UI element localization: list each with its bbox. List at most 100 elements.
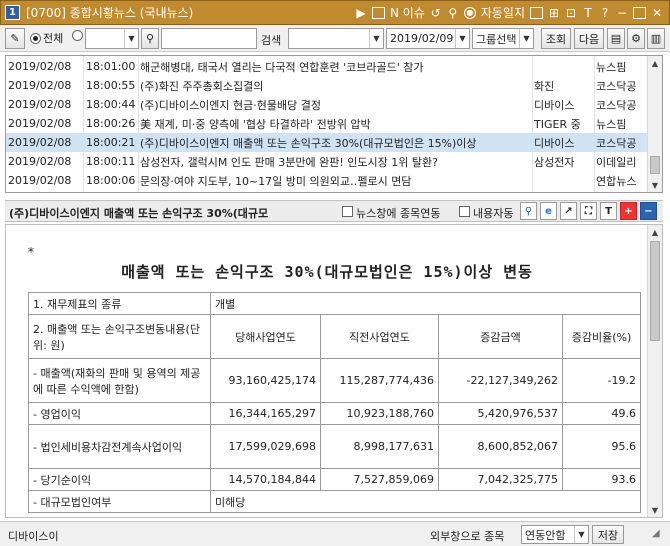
radio-all[interactable]: 전체	[30, 30, 63, 46]
keyword-select[interactable]: ▼	[288, 28, 384, 49]
calendar-dropdown-icon: ▼	[455, 29, 469, 48]
maximize-icon[interactable]	[633, 5, 646, 21]
table-header: 증감금액	[438, 314, 563, 359]
radio-all-indicator[interactable]	[30, 32, 41, 44]
link-news-checkbox[interactable]	[342, 206, 353, 217]
news-source: 코스닥공	[596, 79, 637, 93]
scroll-thumb[interactable]	[650, 241, 660, 341]
chevron-down-icon: ▼	[124, 29, 138, 48]
auto-content-checkbox[interactable]	[459, 206, 470, 217]
save-button[interactable]: 저장	[592, 525, 624, 544]
table-cell: 2. 매출액 또는 손익구조변동내용(단위: 원)	[28, 314, 211, 359]
news-row[interactable]: 2019/02/08 18:00:26 美 재계, 미·중 양측에 '협상 타결…	[6, 114, 648, 133]
table-cell: 115,287,774,436	[320, 358, 439, 403]
table-cell: 7,527,859,069	[320, 468, 439, 491]
font-up-icon[interactable]: +	[620, 202, 637, 220]
table-cell: 93.6	[562, 468, 641, 491]
layout-icon[interactable]: ⊞	[548, 5, 560, 21]
panel-icon[interactable]	[530, 5, 543, 21]
font-size-icon[interactable]: T	[582, 5, 594, 21]
table-header: 당해사업연도	[210, 314, 321, 359]
copy-icon[interactable]: ▤	[607, 28, 625, 49]
table-header: 직전사업연도	[320, 314, 439, 359]
link-mode-select[interactable]: 연동안함 ▼	[521, 525, 589, 544]
refresh-icon[interactable]: ↺	[430, 5, 442, 21]
lock-icon[interactable]: ⊡	[565, 5, 577, 21]
radio-other[interactable]	[72, 30, 85, 44]
news-content: * 매출액 또는 손익구조 30%(대규모법인은 15%)이상 변동 1. 재무…	[5, 224, 663, 518]
clock-icon[interactable]: ●	[463, 6, 476, 19]
date-value: 2019/02/09	[390, 32, 454, 45]
news-source: 뉴스핌	[596, 117, 627, 131]
browser-icon[interactable]: e	[540, 202, 557, 220]
news-date: 2019/02/08	[8, 79, 72, 92]
table-cell: 5,420,976,537	[438, 402, 563, 425]
table-row: - 당기순이익 14,570,184,844 7,527,859,069 7,0…	[28, 468, 641, 491]
news-list-scrollbar[interactable]: ▲ ▼	[647, 56, 662, 192]
news-source: 코스닥공	[596, 136, 637, 150]
table-cell: -19.2	[562, 358, 641, 403]
expand-icon[interactable]: ⛶	[580, 202, 597, 220]
news-time: 18:00:44	[86, 98, 136, 111]
news-row[interactable]: 2019/02/08 18:00:44 (주)디바이스이엔지 현금·현물배당 결…	[6, 95, 648, 114]
disclosure-table: 1. 재무제표의 종류 개별 2. 매출액 또는 손익구조변동내용(단위: 원)…	[28, 292, 641, 513]
query-button[interactable]: 조회	[541, 28, 571, 49]
news-time: 18:00:21	[86, 136, 136, 149]
scroll-down-icon[interactable]: ▼	[648, 503, 662, 517]
link-news-label: 뉴스창에 종목연동	[356, 207, 441, 220]
news-row[interactable]: 2019/02/08 18:00:55 (주)화진 주주총회소집결의 화진 코스…	[6, 76, 648, 95]
close-icon[interactable]: ✕	[651, 5, 663, 21]
play-icon[interactable]: ▶	[355, 5, 367, 21]
news-time: 18:00:06	[86, 174, 136, 187]
news-time: 18:00:26	[86, 117, 136, 130]
text-color-icon[interactable]: T	[600, 202, 617, 220]
search-input[interactable]	[161, 28, 257, 49]
title-bar-controls: ▶ N 이슈 ↺ ⚲ ● 자동일지 ⊞ ⊡ T ? − ✕	[355, 4, 669, 21]
table-cell: - 영업이익	[28, 402, 211, 425]
date-picker[interactable]: 2019/02/09 ▼	[386, 28, 470, 49]
table-row: - 대규모법인여부 미해당	[28, 490, 641, 513]
news-stock: 디바이스	[534, 98, 575, 112]
link-icon[interactable]: ⚲	[447, 5, 459, 21]
scroll-down-icon[interactable]: ▼	[648, 178, 662, 192]
group-select[interactable]: 그룹선택 ▼	[472, 28, 534, 49]
table-cell: 7,042,325,775	[438, 468, 563, 491]
title-bar: 1 [0700] 종합시황뉴스 (국내뉴스) ▶ N 이슈 ↺ ⚲ ● 자동일지…	[0, 0, 670, 25]
scroll-thumb[interactable]	[650, 156, 660, 174]
scroll-up-icon[interactable]: ▲	[648, 225, 662, 239]
news-row[interactable]: 2019/02/08 18:01:00 해군해병대, 태국서 열리는 다국적 연…	[6, 57, 648, 76]
news-source: 뉴스핌	[596, 60, 627, 74]
news-time: 18:00:11	[86, 155, 136, 168]
news-stock: 디바이스	[534, 136, 575, 150]
news-list: 2019/02/08 18:01:00 해군해병대, 태국서 열리는 다국적 연…	[5, 55, 663, 193]
issue-button[interactable]: N 이슈	[390, 4, 425, 21]
table-row: - 매출액(재화의 판매 및 용역의 제공에 따른 수익액에 한함) 93,16…	[28, 358, 641, 403]
headline-title: (주)디바이스이엔지 매출액 또는 손익구조 30%(대규모	[9, 207, 269, 220]
news-date: 2019/02/08	[8, 174, 72, 187]
category-select[interactable]: ▼	[85, 28, 139, 49]
next-button[interactable]: 다음	[574, 28, 604, 49]
radio-other-indicator[interactable]	[72, 30, 83, 41]
link-mode-value: 연동안함	[525, 528, 566, 542]
print-icon[interactable]: ▥	[647, 28, 665, 49]
table-cell: - 당기순이익	[28, 468, 211, 491]
scroll-up-icon[interactable]: ▲	[648, 56, 662, 70]
news-row[interactable]: 2019/02/08 18:00:06 문의장·여야 지도부, 10~17일 방…	[6, 171, 648, 190]
share-icon[interactable]: ↗	[560, 202, 577, 220]
news-row[interactable]: 2019/02/08 18:00:11 삼성전자, 갤럭시M 인도 판매 3분만…	[6, 152, 648, 171]
help-icon[interactable]: ?	[599, 5, 611, 21]
news-row-selected[interactable]: 2019/02/08 18:00:21 (주)디바이스이엔지 매출액 또는 손익…	[6, 133, 648, 152]
table-cell: 16,344,165,297	[210, 402, 321, 425]
settings-icon[interactable]: ⚙	[627, 28, 645, 49]
content-marker: *	[28, 245, 34, 259]
autodiary-button[interactable]: 자동일지	[481, 4, 525, 21]
news-stock: TIGER 중	[534, 117, 581, 131]
content-scrollbar[interactable]: ▲ ▼	[647, 225, 662, 517]
edit-icon[interactable]: ✎	[5, 28, 25, 49]
resize-grip-icon[interactable]: ◢	[652, 528, 666, 542]
font-down-icon[interactable]: −	[640, 202, 657, 220]
search-icon[interactable]: ⚲	[141, 28, 159, 49]
window-icon[interactable]	[371, 5, 385, 21]
minimize-icon[interactable]: −	[616, 5, 628, 21]
search-icon[interactable]: ⚲	[520, 202, 537, 220]
